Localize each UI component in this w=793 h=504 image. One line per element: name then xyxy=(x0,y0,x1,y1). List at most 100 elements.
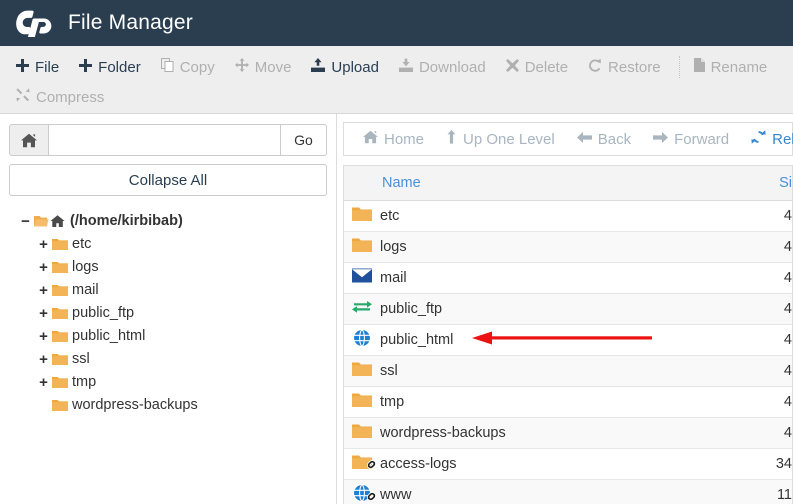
table-row[interactable]: mail 4 xyxy=(344,263,792,294)
move-button[interactable]: Move xyxy=(227,55,304,79)
globe-icon xyxy=(352,483,376,504)
column-header-size[interactable]: Si xyxy=(779,175,792,191)
file-name-cell[interactable]: etc xyxy=(380,208,399,224)
tree-expander[interactable]: + xyxy=(37,305,50,322)
path-input[interactable] xyxy=(49,124,280,156)
file-name-cell[interactable]: www xyxy=(380,487,411,503)
tree-expander[interactable]: + xyxy=(37,374,50,391)
restore-button[interactable]: Restore xyxy=(580,55,673,79)
file-name-cell[interactable]: wordpress-backups xyxy=(380,425,506,441)
nav-button-reload[interactable]: Reload xyxy=(740,130,793,148)
move-icon xyxy=(234,58,249,76)
file-name-cell[interactable]: mail xyxy=(380,270,407,286)
open-folder-home-icon xyxy=(34,214,66,229)
tree-expander[interactable]: + xyxy=(37,236,50,253)
restore-icon xyxy=(588,58,602,76)
app-header: File Manager xyxy=(0,0,793,46)
folder-icon xyxy=(352,237,372,258)
file-size-cell: 4 xyxy=(783,301,792,317)
toolbar-divider xyxy=(678,56,680,78)
tree-node[interactable]: + public_html xyxy=(9,325,327,348)
toolbar-row-primary: File Folder Copy Move Upload Download De… xyxy=(8,52,785,82)
tree-node[interactable]: wordpress-backups xyxy=(9,394,327,417)
file-name-cell[interactable]: public_ftp xyxy=(380,301,442,317)
tree-children: + etc + logs + mail + public_ftp + public_html + ss… xyxy=(9,233,327,417)
folder-icon xyxy=(52,399,68,412)
tree-node-root[interactable]: − (/home/kirbibab) xyxy=(9,210,327,233)
toolbar: File Folder Copy Move Upload Download De… xyxy=(0,46,793,114)
file-size-cell: 4 xyxy=(783,425,792,441)
file-list-panel: Home Up One Level Back Forward Reload Name S… xyxy=(337,114,793,504)
table-row[interactable]: wordpress-backups 4 xyxy=(344,418,792,449)
symlink-badge-icon xyxy=(366,491,377,504)
tree-expander[interactable]: + xyxy=(37,328,50,345)
folder-icon xyxy=(52,307,68,320)
delete-button[interactable]: Delete xyxy=(498,56,580,79)
nav-button-home[interactable]: Home xyxy=(352,130,435,148)
file-size-cell: 4 xyxy=(783,239,792,255)
table-row[interactable]: tmp 4 xyxy=(344,387,792,418)
page-title: File Manager xyxy=(68,11,193,34)
envelope-icon xyxy=(352,268,372,288)
tree-node-label: ssl xyxy=(72,351,90,368)
file-icon-cell xyxy=(344,423,380,444)
file-icon xyxy=(693,58,705,76)
file-icon-cell xyxy=(344,299,380,320)
toolbar-row-secondary: Compress xyxy=(8,82,785,112)
nav-button-label: Up One Level xyxy=(463,130,555,148)
download-icon xyxy=(398,58,413,76)
tree-node[interactable]: + logs xyxy=(9,256,327,279)
download-button[interactable]: Download xyxy=(391,55,498,79)
file-name-cell[interactable]: tmp xyxy=(380,394,404,410)
tree-expander[interactable]: + xyxy=(37,282,50,299)
table-row[interactable]: etc 4 xyxy=(344,201,792,232)
home-icon[interactable] xyxy=(9,124,49,156)
file-size-cell: 4 xyxy=(783,208,792,224)
nav-button-back[interactable]: Back xyxy=(566,131,642,148)
new-folder-button[interactable]: Folder xyxy=(71,56,153,79)
upload-button[interactable]: Upload xyxy=(303,55,391,79)
tree-expander[interactable]: + xyxy=(37,351,50,368)
rename-button[interactable]: Rename xyxy=(686,55,780,79)
tree-node-label: tmp xyxy=(72,374,97,391)
table-row[interactable]: www 11 xyxy=(344,480,792,504)
folder-icon xyxy=(352,206,372,227)
folder-icon xyxy=(52,284,68,297)
table-row[interactable]: logs 4 xyxy=(344,232,792,263)
tree-expander-root[interactable]: − xyxy=(19,213,32,230)
nav-button-forward[interactable]: Forward xyxy=(642,131,740,148)
file-name-cell[interactable]: logs xyxy=(380,239,407,255)
collapse-all-button[interactable]: Collapse All xyxy=(9,164,327,196)
new-file-button[interactable]: File xyxy=(8,56,71,79)
file-icon-cell xyxy=(344,361,380,382)
go-button[interactable]: Go xyxy=(280,124,327,156)
symlink-badge-icon xyxy=(366,459,377,473)
table-row[interactable]: ssl 4 xyxy=(344,356,792,387)
tree-node[interactable]: + mail xyxy=(9,279,327,302)
file-icon-cell xyxy=(344,483,380,504)
file-size-cell: 4 xyxy=(783,332,792,348)
file-icon-cell xyxy=(344,268,380,288)
plus-icon xyxy=(16,58,29,76)
tree-node[interactable]: + public_ftp xyxy=(9,302,327,325)
tree-node[interactable]: + etc xyxy=(9,233,327,256)
nav-button-label: Reload xyxy=(772,130,793,148)
file-name-cell[interactable]: public_html xyxy=(380,332,453,348)
exchange-icon xyxy=(352,299,372,320)
column-header-name[interactable]: Name xyxy=(344,175,421,191)
file-table: Name Si etc 4 logs 4 mail 4 public_ftp 4 public_… xyxy=(343,165,793,504)
nav-button-label: Back xyxy=(597,130,632,148)
table-row[interactable]: public_ftp 4 xyxy=(344,294,792,325)
copy-button[interactable]: Copy xyxy=(153,55,227,79)
tree-node[interactable]: + tmp xyxy=(9,371,327,394)
arrow-up-icon xyxy=(446,130,457,148)
nav-button-up-one-level[interactable]: Up One Level xyxy=(435,130,566,148)
tree-node[interactable]: + ssl xyxy=(9,348,327,371)
file-name-cell[interactable]: ssl xyxy=(380,363,398,379)
file-name-cell[interactable]: access-logs xyxy=(380,456,457,472)
tree-expander[interactable]: + xyxy=(37,259,50,276)
sidebar: Go Collapse All − (/home/kirbibab) + etc +… xyxy=(0,114,337,504)
compress-button[interactable]: Compress xyxy=(8,85,116,109)
table-row[interactable]: public_html 4 xyxy=(344,325,792,356)
table-row[interactable]: access-logs 34 xyxy=(344,449,792,480)
